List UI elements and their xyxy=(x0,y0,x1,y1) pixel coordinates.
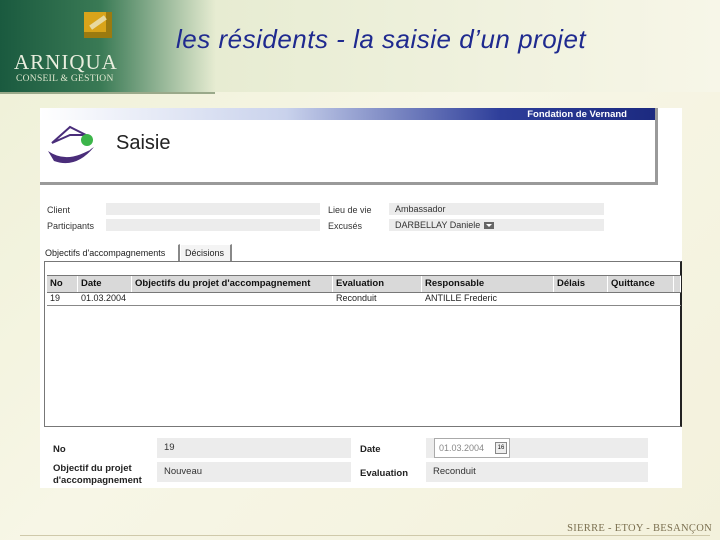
footer-divider xyxy=(20,535,710,536)
slide-title: les résidents - la saisie d’un projet xyxy=(176,24,587,54)
cell-quittance xyxy=(608,292,677,305)
app-title: Saisie xyxy=(116,132,171,154)
participants-label: Participants xyxy=(47,221,95,231)
excuses-value: DARBELLAY Daniele xyxy=(395,220,481,230)
date-input[interactable]: 01.03.2004 16 xyxy=(434,438,510,458)
logo-subtitle: CONSEIL & GESTION xyxy=(16,74,114,84)
table-header: No Date Objectifs du projet d'accompagne… xyxy=(47,275,681,293)
fondation-logo-icon xyxy=(48,125,94,164)
cell-responsable: ANTILLE Frederic xyxy=(425,293,498,303)
brand-name: Fondation de Vernand xyxy=(527,109,627,120)
column-header-quittance[interactable]: Quittance xyxy=(608,276,674,292)
chevron-down-icon[interactable] xyxy=(484,222,495,230)
objectives-table: No Date Objectifs du projet d'accompagne… xyxy=(44,261,682,427)
date-value: 01.03.2004 xyxy=(439,443,485,453)
cell-evaluation: Reconduit xyxy=(336,293,377,303)
no-label: No xyxy=(53,444,66,455)
app-header: Fondation de Vernand Saisie xyxy=(40,108,658,185)
client-label: Client xyxy=(47,205,71,215)
date-label: Date xyxy=(360,444,381,455)
objectif-field[interactable]: Nouveau xyxy=(157,462,351,482)
objectif-label: Objectif du projet d'accompagnement xyxy=(53,463,142,486)
table-row[interactable]: 19 01.03.2004 Reconduit ANTILLE Frederic xyxy=(47,292,681,306)
arniqua-logo: ARNIQUA CONSEIL & GESTION xyxy=(12,8,124,86)
column-header-date[interactable]: Date xyxy=(78,276,132,292)
cell-no: 19 xyxy=(50,293,61,303)
calendar-icon[interactable]: 16 xyxy=(495,442,507,454)
arniqua-logo-icon xyxy=(84,12,112,38)
client-field[interactable] xyxy=(106,203,320,215)
brand-bar: Fondation de Vernand xyxy=(40,108,655,120)
column-header-extra xyxy=(674,276,681,292)
lieu-label: Lieu de vie xyxy=(328,205,372,215)
lieu-field[interactable]: Ambassador xyxy=(389,203,604,215)
tab-objectifs[interactable]: Objectifs d'accompagnements xyxy=(40,244,180,261)
excuses-select[interactable]: DARBELLAY Daniele xyxy=(389,219,604,231)
column-header-responsable[interactable]: Responsable xyxy=(422,276,554,292)
evaluation-label: Evaluation xyxy=(360,468,409,479)
participants-field[interactable] xyxy=(106,219,320,231)
app-window: Fondation de Vernand Saisie Client Parti… xyxy=(40,108,682,488)
footer-locations: SIERRE - ETOY - BESANÇON xyxy=(567,523,712,534)
cell-objectif xyxy=(132,292,336,305)
logo-name: ARNIQUA xyxy=(14,50,118,74)
column-header-delais[interactable]: Délais xyxy=(554,276,608,292)
column-header-no[interactable]: No xyxy=(47,276,78,292)
column-header-evaluation[interactable]: Evaluation xyxy=(333,276,422,292)
cell-delais xyxy=(554,292,611,305)
excuses-label: Excusés xyxy=(328,221,363,231)
tab-decisions[interactable]: Décisions xyxy=(180,244,232,261)
divider xyxy=(0,92,215,94)
evaluation-field[interactable]: Reconduit xyxy=(426,462,648,482)
column-header-objectifs[interactable]: Objectifs du projet d'accompagnement xyxy=(132,276,333,292)
no-field[interactable]: 19 xyxy=(157,438,351,458)
cell-date: 01.03.2004 xyxy=(81,293,127,303)
